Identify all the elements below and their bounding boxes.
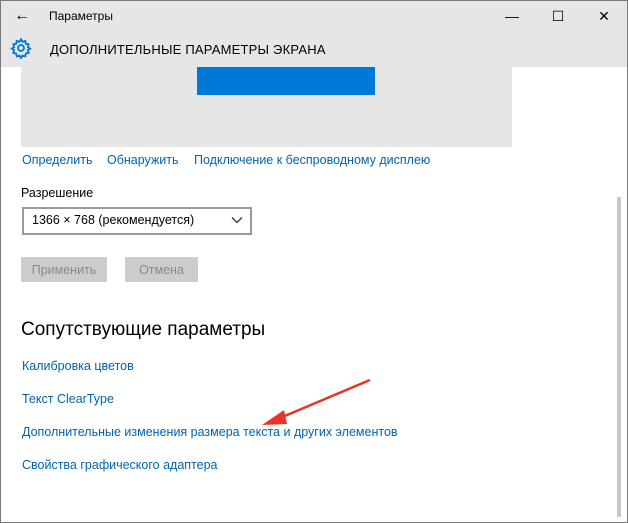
text-size-link[interactable]: Дополнительные изменения размера текста … — [22, 425, 398, 439]
back-arrow-icon: ← — [14, 7, 30, 24]
minimize-icon: — — [505, 8, 519, 24]
wireless-display-link[interactable]: Подключение к беспроводному дисплею — [194, 153, 430, 167]
display-preview — [21, 67, 512, 147]
resolution-dropdown[interactable]: 1366 × 768 (рекомендуется) — [22, 207, 252, 235]
graphics-adapter-link[interactable]: Свойства графического адаптера — [22, 458, 217, 472]
gear-icon — [10, 37, 32, 59]
color-calibration-link[interactable]: Калибровка цветов — [22, 359, 134, 373]
resolution-label: Разрешение — [21, 186, 94, 200]
cancel-button[interactable]: Отмена — [125, 257, 198, 282]
close-button[interactable]: ✕ — [581, 1, 627, 31]
maximize-icon: ☐ — [551, 7, 565, 24]
cleartype-link[interactable]: Текст ClearType — [22, 392, 114, 406]
title-bar: ← Параметры — ☐ ✕ — [1, 1, 627, 31]
close-icon: ✕ — [598, 7, 610, 24]
back-button[interactable]: ← — [1, 1, 43, 31]
apply-button-label: Применить — [31, 262, 97, 277]
identify-link[interactable]: Определить — [22, 153, 92, 167]
detect-link[interactable]: Обнаружить — [107, 153, 179, 167]
page-header: ДОПОЛНИТЕЛЬНЫЕ ПАРАМЕТРЫ ЭКРАНА — [1, 31, 627, 67]
apply-button[interactable]: Применить — [21, 257, 107, 282]
chevron-down-icon — [231, 217, 243, 224]
content-area: Определить Обнаружить Подключение к бесп… — [1, 67, 627, 522]
window-title: Параметры — [49, 9, 113, 23]
cancel-button-label: Отмена — [139, 262, 184, 277]
settings-window: ← Параметры — ☐ ✕ ДОПОЛНИТЕЛЬНЫЕ ПАРАМЕТ… — [0, 0, 628, 523]
minimize-button[interactable]: — — [489, 1, 535, 31]
maximize-button[interactable]: ☐ — [535, 1, 581, 31]
resolution-value: 1366 × 768 (рекомендуется) — [32, 213, 195, 227]
scrollbar-thumb[interactable] — [617, 197, 621, 517]
monitor-tile[interactable] — [197, 67, 375, 95]
page-title: ДОПОЛНИТЕЛЬНЫЕ ПАРАМЕТРЫ ЭКРАНА — [50, 42, 326, 57]
related-settings-heading: Сопутствующие параметры — [21, 319, 266, 340]
